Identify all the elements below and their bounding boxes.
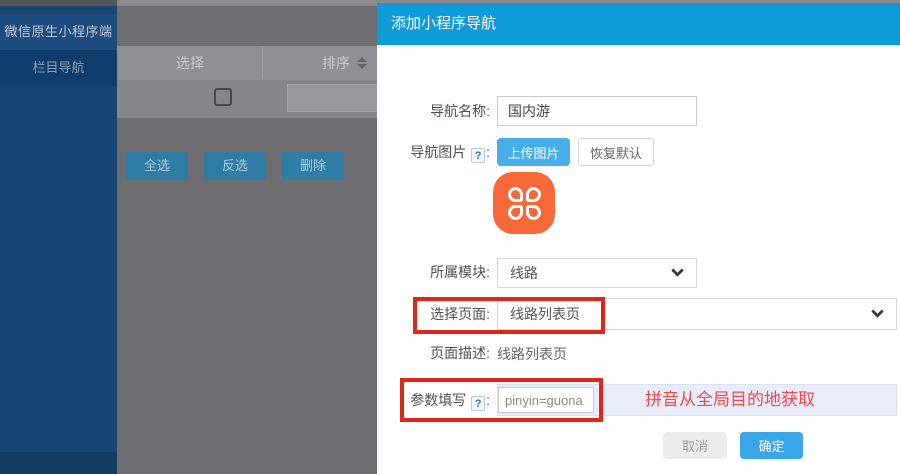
module-select[interactable]: 线路 (497, 258, 697, 288)
column-sort-label: 排序 (322, 46, 350, 80)
annotation-box-page (413, 297, 605, 334)
clover-petal (508, 187, 523, 202)
sort-arrows-icon[interactable] (357, 57, 367, 69)
sidebar-title: 微信原生小程序端 (0, 14, 117, 50)
upload-image-button[interactable]: 上传图片 (497, 138, 570, 166)
clover-petal (526, 187, 541, 202)
label-colon: : (486, 144, 490, 160)
select-all-button[interactable]: 全选 (126, 152, 188, 180)
param-hint-text: 拼音从全局目的地获取 (645, 384, 815, 416)
page-desc-label: 页面描述: (377, 342, 490, 364)
nav-name-input[interactable] (497, 96, 697, 126)
clover-petal (508, 205, 523, 220)
column-header-sort[interactable]: 排序 (322, 46, 367, 80)
chevron-down-icon (671, 264, 684, 277)
modal-title: 添加小程序导航 (391, 3, 496, 45)
module-select-value: 线路 (510, 263, 538, 283)
sidebar: 微信原生小程序端 栏目导航 (0, 6, 117, 474)
clover-icon (508, 187, 541, 220)
nav-image-label-text: 导航图片 (410, 144, 466, 160)
page-desc-value: 线路列表页 (497, 344, 567, 364)
row-sort-input[interactable] (287, 84, 379, 112)
sidebar-footer (0, 452, 117, 474)
column-header-select: 选择 (176, 46, 204, 80)
add-nav-modal: 添加小程序导航 导航名称: 导航图片 ?: 上传图片 恢复默认 所属模块: 线路 (377, 3, 900, 474)
restore-default-button[interactable]: 恢复默认 (578, 138, 654, 166)
screen: 微信原生小程序端 栏目导航 选择 排序 全选 反选 删除 添加小程序导航 导航名… (0, 0, 900, 474)
nav-name-label: 导航名称: (377, 96, 490, 126)
nav-preview-icon (493, 172, 555, 234)
confirm-button[interactable]: 确定 (740, 432, 803, 459)
clover-petal (526, 205, 541, 220)
module-label: 所属模块: (377, 258, 490, 286)
row-checkbox[interactable] (214, 88, 232, 106)
sidebar-item-column-nav[interactable]: 栏目导航 (0, 50, 117, 86)
cancel-button[interactable]: 取消 (663, 432, 727, 459)
column-divider (262, 47, 263, 79)
modal-header: 添加小程序导航 (377, 3, 900, 45)
annotation-box-param (400, 378, 603, 422)
chevron-down-icon (871, 305, 884, 318)
help-icon[interactable]: ? (471, 148, 485, 163)
nav-image-label: 导航图片 ?: (377, 138, 490, 166)
invert-selection-button[interactable]: 反选 (204, 152, 266, 180)
delete-button[interactable]: 删除 (282, 152, 344, 180)
